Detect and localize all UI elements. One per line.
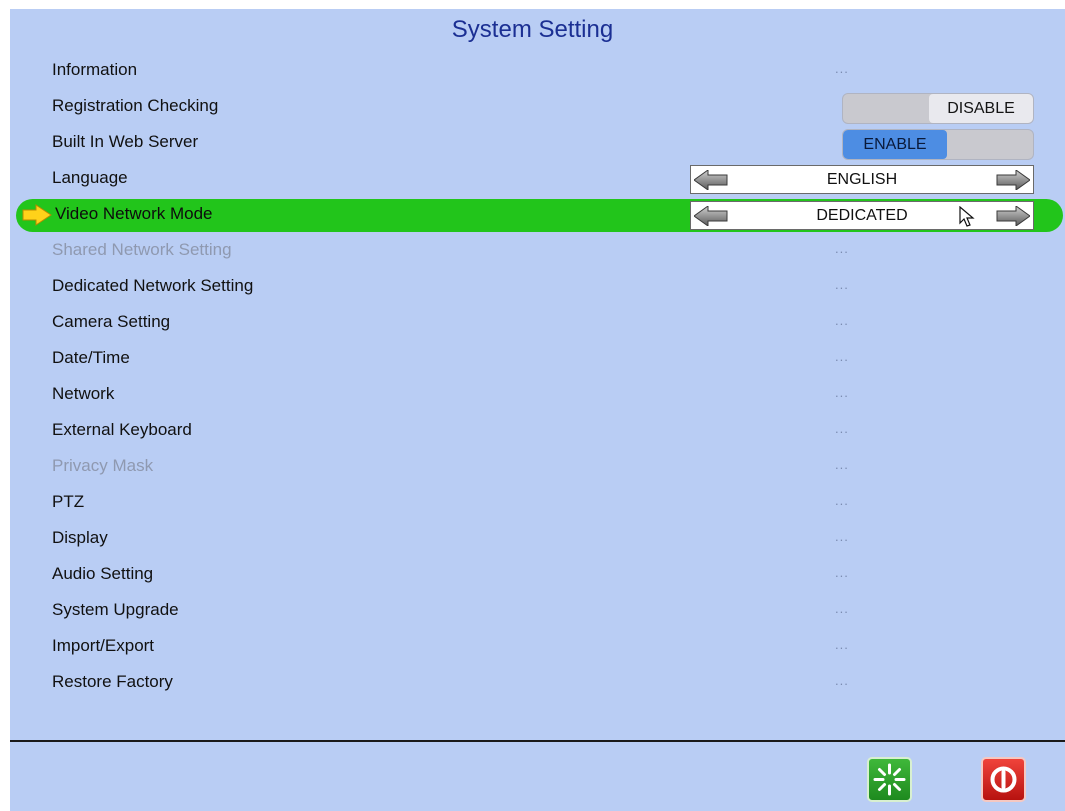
menu-item-information[interactable]: Information ... bbox=[0, 54, 1065, 90]
menu-item-label: Registration Checking bbox=[52, 96, 219, 115]
menu-item-registration-checking[interactable]: Registration Checking DISABLE bbox=[0, 90, 1065, 126]
toggle-state-label: ENABLE bbox=[843, 130, 947, 159]
menu-item-label: Import/Export bbox=[52, 636, 155, 655]
menu-item-display[interactable]: Display ... bbox=[0, 522, 1065, 558]
menu-item-label: System Upgrade bbox=[52, 600, 179, 619]
arrow-left-icon[interactable] bbox=[694, 206, 728, 226]
open-submenu-ellipsis[interactable]: ... bbox=[835, 421, 849, 436]
open-submenu-ellipsis[interactable]: ... bbox=[835, 601, 849, 616]
video-network-mode-value: DEDICATED bbox=[816, 207, 908, 224]
apply-button[interactable] bbox=[867, 757, 912, 802]
open-submenu-ellipsis[interactable]: ... bbox=[835, 637, 849, 652]
open-submenu-ellipsis[interactable]: ... bbox=[835, 565, 849, 580]
open-submenu-ellipsis[interactable]: ... bbox=[835, 349, 849, 364]
menu-item-audio-setting[interactable]: Audio Setting ... bbox=[0, 558, 1065, 594]
language-value: ENGLISH bbox=[826, 171, 898, 188]
arrow-right-icon[interactable] bbox=[996, 206, 1030, 226]
menu-item-label: Information bbox=[52, 60, 138, 79]
menu-item-label: External Keyboard bbox=[52, 420, 192, 439]
mouse-cursor-icon bbox=[959, 206, 975, 227]
menu-item-label: Audio Setting bbox=[52, 564, 154, 583]
selection-pointer-icon bbox=[22, 204, 52, 226]
menu-item-language[interactable]: Language ENGLISH bbox=[0, 162, 1065, 198]
menu-item-label: Camera Setting bbox=[52, 312, 171, 331]
registration-checking-toggle[interactable]: DISABLE bbox=[842, 93, 1034, 124]
menu-item-label: Built In Web Server bbox=[52, 132, 199, 151]
menu-item-label: Video Network Mode bbox=[55, 204, 213, 223]
menu-item-label: Restore Factory bbox=[52, 672, 173, 691]
open-submenu-ellipsis[interactable]: ... bbox=[835, 673, 849, 688]
menu-item-built-in-web-server[interactable]: Built In Web Server ENABLE bbox=[0, 126, 1065, 162]
menu-item-ptz[interactable]: PTZ ... bbox=[0, 486, 1065, 522]
web-server-toggle[interactable]: ENABLE bbox=[842, 129, 1034, 160]
page-title: System Setting bbox=[451, 16, 614, 43]
menu-item-restore-factory[interactable]: Restore Factory ... bbox=[0, 666, 1065, 702]
menu-item-camera-setting[interactable]: Camera Setting ... bbox=[0, 306, 1065, 342]
video-network-mode-selector[interactable]: DEDICATED bbox=[690, 201, 1034, 230]
open-submenu-ellipsis: ... bbox=[835, 241, 849, 256]
open-submenu-ellipsis[interactable]: ... bbox=[835, 493, 849, 508]
menu-item-label: Display bbox=[52, 528, 108, 547]
arrow-right-icon[interactable] bbox=[996, 170, 1030, 190]
menu-item-dedicated-network-setting[interactable]: Dedicated Network Setting ... bbox=[0, 270, 1065, 306]
footer-divider bbox=[10, 740, 1065, 742]
menu-item-label: Language bbox=[52, 168, 128, 187]
apply-spinner-icon bbox=[873, 763, 906, 796]
menu-item-video-network-mode[interactable]: Video Network Mode DEDICATED bbox=[0, 198, 1065, 234]
language-selector[interactable]: ENGLISH bbox=[690, 165, 1034, 194]
menu-item-label: Date/Time bbox=[52, 348, 130, 367]
menu-item-label: Dedicated Network Setting bbox=[52, 276, 254, 295]
exit-button[interactable] bbox=[981, 757, 1026, 802]
menu-item-privacy-mask: Privacy Mask ... bbox=[0, 450, 1065, 486]
menu-item-external-keyboard[interactable]: External Keyboard ... bbox=[0, 414, 1065, 450]
open-submenu-ellipsis: ... bbox=[835, 457, 849, 472]
open-submenu-ellipsis[interactable]: ... bbox=[835, 529, 849, 544]
open-submenu-ellipsis[interactable]: ... bbox=[835, 313, 849, 328]
menu-item-label: Shared Network Setting bbox=[52, 240, 232, 259]
menu-item-import-export[interactable]: Import/Export ... bbox=[0, 630, 1065, 666]
open-submenu-ellipsis[interactable]: ... bbox=[835, 277, 849, 292]
menu-item-date-time[interactable]: Date/Time ... bbox=[0, 342, 1065, 378]
open-submenu-ellipsis[interactable]: ... bbox=[835, 385, 849, 400]
menu-item-label: Privacy Mask bbox=[52, 456, 154, 475]
power-icon bbox=[990, 766, 1017, 793]
menu-item-label: Network bbox=[52, 384, 115, 403]
menu-item-network[interactable]: Network ... bbox=[0, 378, 1065, 414]
toggle-state-label: DISABLE bbox=[929, 94, 1033, 123]
menu-item-system-upgrade[interactable]: System Upgrade ... bbox=[0, 594, 1065, 630]
menu-item-label: PTZ bbox=[52, 492, 85, 511]
menu-item-shared-network-setting: Shared Network Setting ... bbox=[0, 234, 1065, 270]
open-submenu-ellipsis[interactable]: ... bbox=[835, 61, 849, 76]
arrow-left-icon[interactable] bbox=[694, 170, 728, 190]
